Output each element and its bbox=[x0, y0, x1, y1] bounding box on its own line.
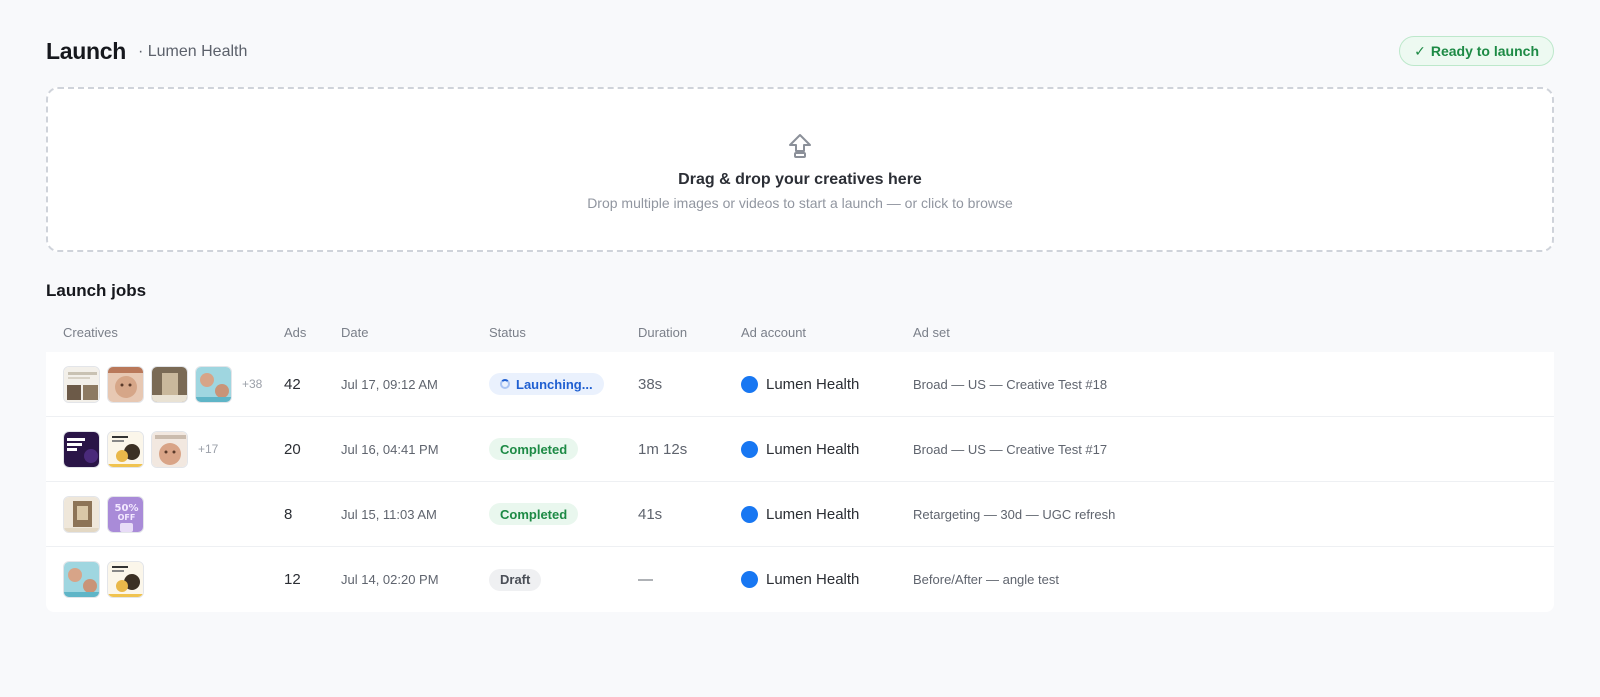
column-header-date: Date bbox=[341, 324, 369, 340]
creatives-cell bbox=[46, 561, 284, 598]
status-cell: Completed bbox=[489, 503, 638, 525]
column-header-ad-account: Ad account bbox=[741, 324, 807, 340]
ready-status-badge: ✓ Ready to launch bbox=[1399, 36, 1554, 66]
creatives-cell: +38 bbox=[46, 365, 284, 403]
column-header-status: Status bbox=[489, 324, 526, 340]
page-subtitle: · Lumen Health bbox=[137, 43, 248, 60]
creative-thumbnail[interactable] bbox=[63, 561, 100, 598]
ad-account-name: Lumen Health bbox=[766, 505, 860, 523]
ad-account-name: Lumen Health bbox=[766, 375, 860, 393]
column-header-creatives: Creatives bbox=[63, 324, 118, 340]
ad-account-avatar-icon bbox=[741, 505, 758, 523]
creative-dropzone[interactable]: Drag & drop your creatives here Drop mul… bbox=[46, 87, 1554, 252]
page-header: Launch · Lumen Health ✓ Ready to launch bbox=[46, 34, 1554, 68]
column-header-duration: Duration bbox=[638, 324, 688, 340]
dropzone-title: Drag & drop your creatives here bbox=[678, 171, 922, 188]
spinner-icon bbox=[500, 379, 510, 389]
more-creatives-count: +17 bbox=[198, 442, 219, 456]
creative-thumbnail[interactable] bbox=[63, 430, 100, 468]
creatives-cell: 50% OFF bbox=[46, 495, 284, 533]
ad-account-avatar-icon bbox=[741, 440, 758, 458]
job-date: Jul 16, 04:41 PM bbox=[341, 441, 439, 457]
job-duration: 1m 12s bbox=[638, 440, 688, 458]
job-duration: — bbox=[638, 571, 653, 588]
creative-thumbnail[interactable] bbox=[151, 365, 188, 403]
ad-account-avatar-icon bbox=[741, 375, 758, 393]
ready-status-label: Ready to launch bbox=[1430, 43, 1539, 59]
creative-thumbnail[interactable] bbox=[63, 495, 100, 533]
status-cell: Launching... bbox=[489, 373, 638, 395]
ad-set-name: Broad — US — Creative Test #18 bbox=[913, 376, 1108, 392]
svg-text:OFF: OFF bbox=[118, 513, 136, 522]
creative-thumbnail[interactable] bbox=[107, 561, 144, 598]
status-label: Draft bbox=[500, 572, 531, 587]
ads-count: 12 bbox=[284, 571, 301, 588]
table-row[interactable]: +38 42 Jul 17, 09:12 AM Launching... 38s… bbox=[46, 352, 1554, 417]
upload-arrow-icon bbox=[789, 134, 811, 158]
ad-account-cell: Lumen Health bbox=[741, 375, 913, 393]
ad-account-cell: Lumen Health bbox=[741, 571, 913, 588]
ads-count: 20 bbox=[284, 440, 301, 458]
creative-thumbnail[interactable] bbox=[107, 365, 144, 403]
creative-thumbnail[interactable] bbox=[63, 365, 100, 403]
job-date: Jul 15, 11:03 AM bbox=[341, 506, 437, 522]
check-icon: ✓ bbox=[1414, 42, 1426, 59]
status-badge: Completed bbox=[489, 503, 579, 525]
dropzone-subtitle: Drop multiple images or videos to start … bbox=[587, 195, 1013, 211]
creative-thumbnail[interactable] bbox=[151, 430, 188, 468]
status-cell: Completed bbox=[489, 438, 638, 460]
job-date: Jul 17, 09:12 AM bbox=[341, 376, 438, 392]
table-row[interactable]: +17 20 Jul 16, 04:41 PM Completed 1m 12s… bbox=[46, 417, 1554, 482]
page-title: Launch bbox=[46, 37, 126, 64]
job-duration: 38s bbox=[638, 375, 663, 393]
ad-set-name: Retargeting — 30d — UGC refresh bbox=[913, 506, 1116, 522]
status-label: Completed bbox=[500, 506, 568, 522]
ads-count: 8 bbox=[284, 505, 293, 523]
ad-account-cell: Lumen Health bbox=[741, 505, 913, 523]
ad-account-name: Lumen Health bbox=[766, 440, 860, 458]
status-label: Launching... bbox=[516, 376, 593, 392]
creative-thumbnail[interactable]: 50% OFF bbox=[107, 495, 144, 533]
ad-set-name: Before/After — angle test bbox=[913, 572, 1059, 587]
creatives-cell: +17 bbox=[46, 430, 284, 468]
ad-account-name: Lumen Health bbox=[766, 571, 860, 588]
job-date: Jul 14, 02:20 PM bbox=[341, 572, 439, 587]
creative-thumbnail[interactable] bbox=[107, 430, 144, 468]
column-header-ad-set: Ad set bbox=[913, 324, 950, 340]
ad-account-avatar-icon bbox=[741, 571, 758, 588]
status-label: Completed bbox=[500, 441, 568, 457]
ad-account-cell: Lumen Health bbox=[741, 440, 913, 458]
creative-thumbnail[interactable] bbox=[195, 365, 232, 403]
column-header-ads: Ads bbox=[284, 324, 307, 340]
table-header: Creatives Ads Date Status Duration Ad ac… bbox=[46, 312, 1554, 352]
launch-jobs-table: Creatives Ads Date Status Duration Ad ac… bbox=[46, 312, 1554, 612]
table-row[interactable]: 12 Jul 14, 02:20 PM Draft — Lumen Health… bbox=[46, 547, 1554, 612]
launch-jobs-heading: Launch jobs bbox=[46, 281, 147, 300]
job-duration: 41s bbox=[638, 505, 663, 523]
status-badge: Completed bbox=[489, 438, 579, 460]
status-badge: Draft bbox=[489, 568, 542, 591]
table-row[interactable]: 50% OFF 8 Jul 15, 11:03 AM Completed 41s … bbox=[46, 482, 1554, 547]
status-badge: Launching... bbox=[489, 373, 604, 395]
status-cell: Draft bbox=[489, 568, 638, 591]
more-creatives-count: +38 bbox=[242, 377, 263, 391]
ad-set-name: Broad — US — Creative Test #17 bbox=[913, 441, 1108, 457]
ads-count: 42 bbox=[284, 375, 301, 393]
